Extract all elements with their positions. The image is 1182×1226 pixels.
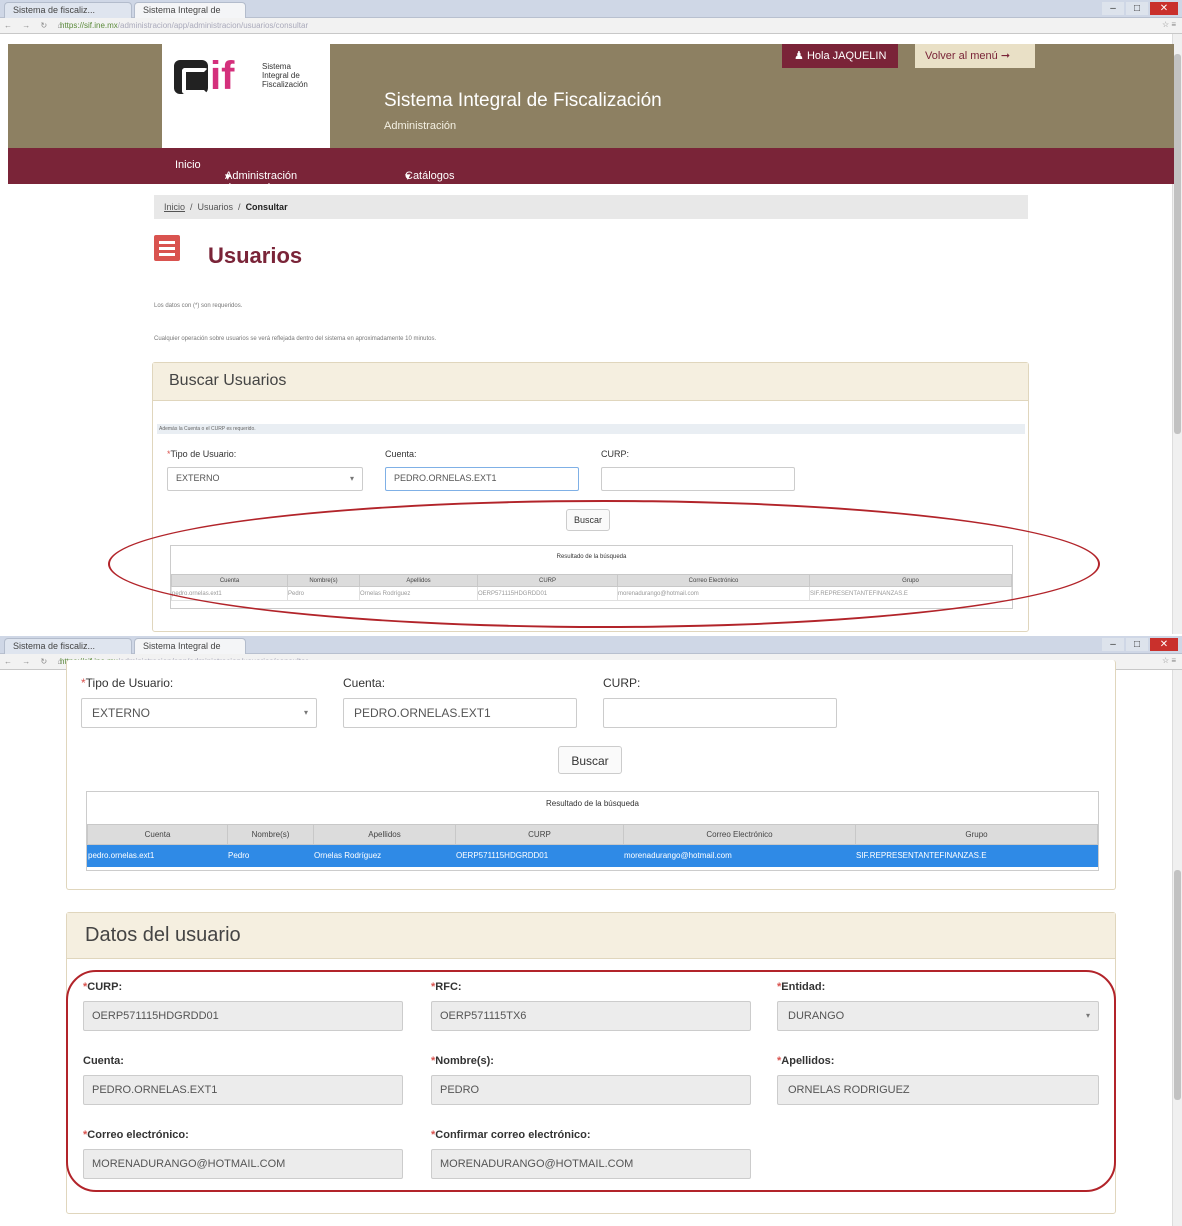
scroll-thumb[interactable] xyxy=(1174,870,1181,1100)
search-panel-header: Buscar Usuarios xyxy=(153,363,1028,401)
user-greeting[interactable]: ♟ Hola JAQUELIN xyxy=(782,44,899,68)
cell: SIF.REPRESENTANTEFINANZAS.E xyxy=(855,844,1098,867)
maximize-icon[interactable]: □ xyxy=(1126,638,1148,651)
col-header[interactable]: Apellidos xyxy=(313,824,456,845)
window-controls: – □ ✕ xyxy=(1102,2,1178,15)
search-panel-continued: *Tipo de Usuario: EXTERNO ▾ Cuenta: PEDRO… xyxy=(66,660,1116,890)
window-controls: – □ ✕ xyxy=(1102,638,1178,651)
breadcrumb-users[interactable]: Usuarios xyxy=(198,202,234,212)
user-icon: ♟ xyxy=(794,50,804,62)
col-header[interactable]: Cuenta xyxy=(87,824,228,845)
address-bar: ← → ↻ ⌂ https://sif.ine.mx/administracio… xyxy=(0,18,1182,34)
buscar-button[interactable]: Buscar xyxy=(558,746,622,774)
nav-arrows-icon[interactable]: ← → ↻ ⌂ xyxy=(4,21,66,30)
chevron-down-icon: ▾ xyxy=(349,474,354,483)
required-note: Los datos con (*) son requeridos. xyxy=(154,303,243,309)
user-data-title: Datos del usuario xyxy=(85,924,241,946)
minimize-icon[interactable]: – xyxy=(1102,638,1124,651)
logo-if-text: if xyxy=(210,54,235,98)
reflected-note: Cualquier operación sobre usuarios se ve… xyxy=(154,336,437,342)
browser-chrome-top: Sistema de fiscaliz... Sistema Integral … xyxy=(0,0,1182,34)
highlight-ellipse-results xyxy=(108,500,1100,628)
star-icon[interactable]: ☆ ≡ xyxy=(1162,20,1176,29)
exit-icon: ➞ xyxy=(1000,50,1011,62)
breadcrumb: Inicio / Usuarios / Consultar xyxy=(154,195,1028,219)
site-title: Sistema Integral de Fiscalización xyxy=(384,90,662,111)
tab-bar: Sistema de fiscaliz... Sistema Integral … xyxy=(0,0,1182,18)
browser-tab-1[interactable]: Sistema de fiscaliz... xyxy=(4,2,132,18)
site-subtitle: Administración xyxy=(384,120,457,132)
scroll-thumb[interactable] xyxy=(1174,54,1181,434)
tab-bar: Sistema de fiscaliz... Sistema Integral … xyxy=(0,636,1182,654)
sif-logo-icon xyxy=(174,60,208,94)
breadcrumb-home[interactable]: Inicio xyxy=(164,202,185,212)
tipo-usuario-label: *Tipo de Usuario: xyxy=(81,676,174,690)
browser-tab-2[interactable]: Sistema Integral de xyxy=(134,2,246,18)
cuenta-label: Cuenta: xyxy=(343,676,386,690)
cell: Ornelas Rodríguez xyxy=(313,844,456,867)
site-header: if Sistema Integral de Fiscalización Sis… xyxy=(8,44,1174,174)
cell: OERP571115HDGRDD01 xyxy=(455,844,624,867)
cuenta-input[interactable]: PEDRO.ORNELAS.EXT1 xyxy=(385,467,579,491)
cuenta-input[interactable]: PEDRO.ORNELAS.EXT1 xyxy=(343,698,577,728)
highlight-box-user-data xyxy=(66,970,1116,1192)
user-data-panel-header: Datos del usuario xyxy=(67,913,1115,959)
breadcrumb-current: Consultar xyxy=(245,202,288,212)
results-caption: Resultado de la búsqueda xyxy=(546,799,639,808)
nav-inicio[interactable]: Inicio xyxy=(175,159,201,171)
main-navbar: Inicio Administración de usuarios ▾ Catá… xyxy=(8,148,1174,194)
close-icon[interactable]: ✕ xyxy=(1150,638,1178,651)
list-icon xyxy=(154,235,180,261)
minimize-icon[interactable]: – xyxy=(1102,2,1124,15)
page-title: Usuarios xyxy=(208,243,303,268)
search-panel-title: Buscar Usuarios xyxy=(169,372,287,389)
col-header[interactable]: CURP xyxy=(455,824,624,845)
browser-tab-1[interactable]: Sistema de fiscaliz... xyxy=(4,638,132,654)
curp-label: CURP: xyxy=(601,449,630,459)
cell: morenadurango@hotmail.com xyxy=(623,844,856,867)
maximize-icon[interactable]: □ xyxy=(1126,2,1148,15)
table-header-row: Cuenta Nombre(s) Apellidos CURP Correo E… xyxy=(87,824,1098,845)
logo-caption: Sistema Integral de Fiscalización xyxy=(262,62,308,89)
col-header[interactable]: Grupo xyxy=(855,824,1098,845)
col-header[interactable]: Nombre(s) xyxy=(227,824,314,845)
col-header[interactable]: Correo Electrónico xyxy=(623,824,856,845)
browser-tab-2[interactable]: Sistema Integral de xyxy=(134,638,246,654)
chevron-down-icon: ▾ xyxy=(225,171,231,183)
cell: Pedro xyxy=(227,844,314,867)
tipo-usuario-select[interactable]: EXTERNO ▾ xyxy=(81,698,317,728)
curp-input[interactable] xyxy=(603,698,837,728)
tipo-usuario-label: *Tipo de Usuario: xyxy=(167,449,237,459)
chevron-down-icon: ▾ xyxy=(303,708,308,717)
url-field[interactable]: https://sif.ine.mx/administracion/app/ad… xyxy=(60,21,308,30)
results-table-bottom: Resultado de la búsqueda Cuenta Nombre(s… xyxy=(86,791,1099,871)
cell: pedro.ornelas.ext1 xyxy=(87,844,228,867)
chevron-down-icon: ▾ xyxy=(405,171,411,183)
search-hint: Además la Cuenta o el CURP es requerido. xyxy=(157,424,1025,434)
cuenta-label: Cuenta: xyxy=(385,449,417,459)
scrollbar-bottom[interactable] xyxy=(1172,670,1182,1226)
tipo-usuario-select[interactable]: EXTERNO ▾ xyxy=(167,467,363,491)
curp-label: CURP: xyxy=(603,676,641,690)
results-table: Cuenta Nombre(s) Apellidos CURP Correo E… xyxy=(87,824,1098,867)
star-icon[interactable]: ☆ ≡ xyxy=(1162,656,1176,665)
table-row[interactable]: pedro.ornelas.ext1 Pedro Ornelas Rodrígu… xyxy=(87,844,1098,867)
back-to-menu-button[interactable]: Volver al menú ➞ xyxy=(915,44,1035,68)
nav-arrows-icon[interactable]: ← → ↻ ⌂ xyxy=(4,657,66,666)
close-icon[interactable]: ✕ xyxy=(1150,2,1178,15)
curp-input[interactable] xyxy=(601,467,795,491)
